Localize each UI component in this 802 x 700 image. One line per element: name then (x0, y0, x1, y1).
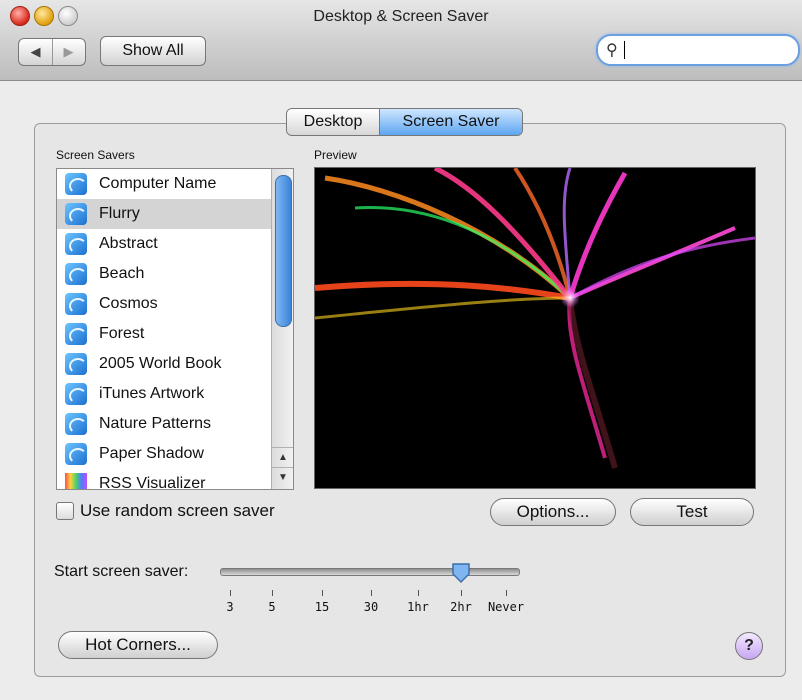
tick-label: 30 (363, 600, 379, 614)
scroll-up-arrow-icon[interactable]: ▲ (272, 447, 293, 468)
list-item-label: Forest (99, 325, 145, 342)
list-item-label: Computer Name (99, 175, 217, 192)
slider-tick (272, 590, 273, 596)
list-item-label: iTunes Artwork (99, 385, 205, 402)
random-screen-saver-checkbox[interactable] (56, 502, 74, 520)
back-arrow-icon: ◀ (30, 44, 41, 59)
screen-saver-icon (65, 353, 87, 375)
tab-desktop[interactable]: Desktop (287, 109, 380, 135)
options-button[interactable]: Options... (490, 498, 616, 526)
scrollbar-thumb[interactable] (275, 175, 292, 327)
slider-tick (418, 590, 419, 596)
preview-label: Preview (314, 148, 357, 162)
list-item[interactable]: Abstract (57, 229, 271, 259)
tab-bar: Desktop Screen Saver (286, 108, 523, 136)
title-bar: Desktop & Screen Saver ◀ ▶ Show All ⚲ (0, 0, 802, 81)
list-item-label: 2005 World Book (99, 355, 222, 372)
screen-saver-icon (65, 203, 87, 225)
list-item-label: RSS Visualizer (99, 475, 206, 490)
list-item[interactable]: Cosmos (57, 289, 271, 319)
tick-label: 3 (226, 600, 234, 614)
list-item[interactable]: 2005 World Book (57, 349, 271, 379)
window-title: Desktop & Screen Saver (313, 8, 489, 25)
forward-arrow-icon: ▶ (63, 44, 74, 59)
preview-pane (314, 167, 756, 489)
list-item[interactable]: Forest (57, 319, 271, 349)
tick-label: Never (487, 600, 525, 614)
list-item[interactable]: Flurry (57, 199, 271, 229)
screen-saver-icon (65, 233, 87, 255)
text-caret (624, 41, 625, 59)
slider-tick (230, 590, 231, 596)
list-item-label: Beach (99, 265, 145, 282)
back-button[interactable]: ◀ (19, 39, 53, 65)
rss-visualizer-icon (65, 473, 87, 489)
help-icon[interactable]: ? (735, 632, 763, 660)
forward-button[interactable]: ▶ (52, 39, 85, 65)
show-all-button[interactable]: Show All (100, 36, 206, 66)
screen-saver-icon (65, 383, 87, 405)
slider-tick (506, 590, 507, 596)
tick-label: 15 (314, 600, 330, 614)
tab-screen-saver[interactable]: Screen Saver (380, 109, 522, 135)
list-item-label: Nature Patterns (99, 415, 212, 432)
list-item-label: Cosmos (99, 295, 158, 312)
slider-knob[interactable] (451, 562, 471, 584)
list-item-label: Flurry (99, 205, 140, 222)
list-scrollbar[interactable]: ▲ ▼ (271, 169, 293, 489)
start-screen-saver-label: Start screen saver: (54, 563, 189, 580)
scroll-down-arrow-icon[interactable]: ▼ (272, 467, 293, 488)
screen-saver-icon (65, 173, 87, 195)
screen-saver-icon (65, 413, 87, 435)
list-item[interactable]: Nature Patterns (57, 409, 271, 439)
slider-tick (371, 590, 372, 596)
list-item[interactable]: Beach (57, 259, 271, 289)
hot-corners-button[interactable]: Hot Corners... (58, 631, 218, 659)
tick-label: 1hr (407, 600, 429, 614)
random-screen-saver-label: Use random screen saver (80, 501, 275, 520)
search-field[interactable]: ⚲ (596, 34, 800, 66)
screen-saver-icon (65, 263, 87, 285)
screen-saver-icon (65, 293, 87, 315)
list-item[interactable]: iTunes Artwork (57, 379, 271, 409)
slider-tick (322, 590, 323, 596)
start-screen-saver-slider[interactable] (220, 568, 520, 576)
screen-saver-icon (65, 323, 87, 345)
list-item[interactable]: Paper Shadow (57, 439, 271, 469)
tick-label: 5 (268, 600, 276, 614)
magnifier-icon: ⚲ (606, 42, 618, 59)
nav-segment: ◀ ▶ (18, 38, 86, 66)
test-button[interactable]: Test (630, 498, 754, 526)
list-item[interactable]: Computer Name (57, 169, 271, 199)
screen-savers-label: Screen Savers (56, 148, 135, 162)
list-item-label: Abstract (99, 235, 158, 252)
list-item[interactable]: RSS Visualizer (57, 469, 271, 490)
tick-label: 2hr (450, 600, 472, 614)
flurry-preview-graphic (315, 168, 755, 469)
list-item-label: Paper Shadow (99, 445, 204, 462)
screen-saver-icon (65, 443, 87, 465)
screen-saver-list[interactable]: Computer Name Flurry Abstract Beach Cosm… (56, 168, 294, 490)
slider-tick (461, 590, 462, 596)
